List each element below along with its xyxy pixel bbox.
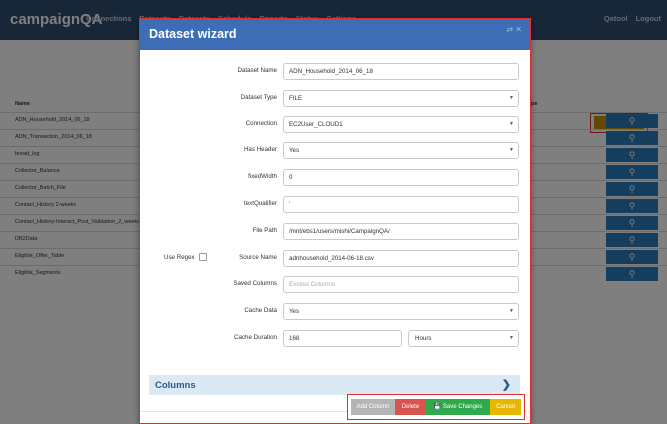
use-regex-label: Use Regex: [164, 254, 195, 261]
cache-data-select[interactable]: Yes ▼: [283, 303, 519, 320]
delete-button[interactable]: Delete: [395, 399, 426, 415]
dataset-name-label: Dataset Name: [237, 67, 277, 74]
dataset-type-select[interactable]: FILE ▼: [283, 90, 519, 107]
dataset-type-label: Dataset Type: [240, 94, 277, 101]
connection-select[interactable]: EC2User_CLOUD1 ▼: [283, 116, 519, 133]
save-changes-label: Save Changes: [442, 404, 483, 410]
save-icon: 💾: [433, 404, 442, 410]
connection-value: EC2User_CLOUD1: [289, 121, 343, 128]
dataset-name-row: Dataset Name ADN_Household_2014_06_18: [140, 63, 530, 80]
add-column-button[interactable]: Add Column: [351, 399, 395, 415]
connection-row: Connection EC2User_CLOUD1 ▼: [140, 116, 530, 133]
fixed-width-input[interactable]: 0: [283, 169, 519, 186]
dataset-name-input[interactable]: ADN_Household_2014_06_18: [283, 63, 519, 80]
cache-duration-unit-select[interactable]: Hours ▼: [408, 330, 519, 347]
source-name-row: Use Regex Source Name adnhousehold_2014-…: [140, 250, 530, 267]
cache-duration-input[interactable]: 168: [283, 330, 402, 347]
saved-columns-label: Saved Columns: [233, 280, 277, 287]
save-changes-button[interactable]: 💾 Save Changes: [426, 399, 490, 415]
close-icon[interactable]: ✕: [515, 25, 522, 34]
dataset-type-row: Dataset Type FILE ▼: [140, 90, 530, 107]
modal-title: Dataset wizard: [149, 27, 237, 41]
chevron-down-icon: ▼: [509, 121, 514, 127]
has-header-value: Yes: [289, 147, 300, 154]
text-qualifier-input[interactable]: ': [283, 196, 519, 213]
dataset-wizard-modal: Dataset wizard ⇄ ✕ Dataset Name ADN_Hous…: [139, 18, 531, 424]
cache-data-label: Cache Data: [244, 307, 277, 314]
chevron-down-icon: ▼: [509, 335, 514, 341]
modal-header-icons: ⇄ ✕: [506, 25, 522, 34]
cancel-button[interactable]: Cancel: [490, 399, 521, 415]
saved-columns-row: Saved Columns Excess Columns: [140, 276, 530, 293]
cache-data-row: Cache Data Yes ▼: [140, 303, 530, 320]
source-name-label: Source Name: [239, 254, 277, 261]
resize-icon[interactable]: ⇄: [506, 25, 513, 34]
text-qualifier-row: textQualifier ': [140, 196, 530, 213]
columns-section-toggle[interactable]: Columns ❯: [149, 375, 520, 395]
chevron-down-icon: ▼: [509, 147, 514, 153]
cache-duration-row: Cache Duration 168 Hours ▼: [140, 330, 530, 347]
file-path-input[interactable]: /mnt/ebs1/users/mishi/CampaignQA/: [283, 223, 519, 240]
use-regex-checkbox[interactable]: [199, 253, 207, 261]
modal-header: Dataset wizard ⇄ ✕: [140, 19, 530, 50]
source-name-input[interactable]: adnhousehold_2014-06-18.csv: [283, 250, 519, 267]
modal-body: Dataset Name ADN_Household_2014_06_18 Da…: [140, 50, 530, 420]
text-qualifier-label: textQualifier: [243, 200, 277, 207]
has-header-select[interactable]: Yes ▼: [283, 142, 519, 159]
saved-columns-input[interactable]: Excess Columns: [283, 276, 519, 293]
chevron-right-icon: ❯: [501, 379, 511, 391]
has-header-row: Has Header Yes ▼: [140, 142, 530, 159]
cache-duration-unit-value: Hours: [415, 335, 432, 342]
dataset-type-value: FILE: [289, 95, 303, 102]
has-header-label: Has Header: [243, 146, 277, 153]
columns-section-title: Columns: [155, 380, 196, 391]
modal-footer-actions: Add Column Delete 💾 Save Changes Cancel: [347, 394, 525, 420]
chevron-down-icon: ▼: [509, 95, 514, 101]
cache-duration-label: Cache Duration: [234, 334, 277, 341]
fixed-width-label: fixedWidth: [248, 173, 277, 180]
connection-label: Connection: [245, 120, 277, 127]
cache-data-value: Yes: [289, 308, 300, 315]
file-path-row: File Path /mnt/ebs1/users/mishi/Campaign…: [140, 223, 530, 240]
file-path-label: File Path: [252, 227, 277, 234]
chevron-down-icon: ▼: [509, 308, 514, 314]
fixed-width-row: fixedWidth 0: [140, 169, 530, 186]
